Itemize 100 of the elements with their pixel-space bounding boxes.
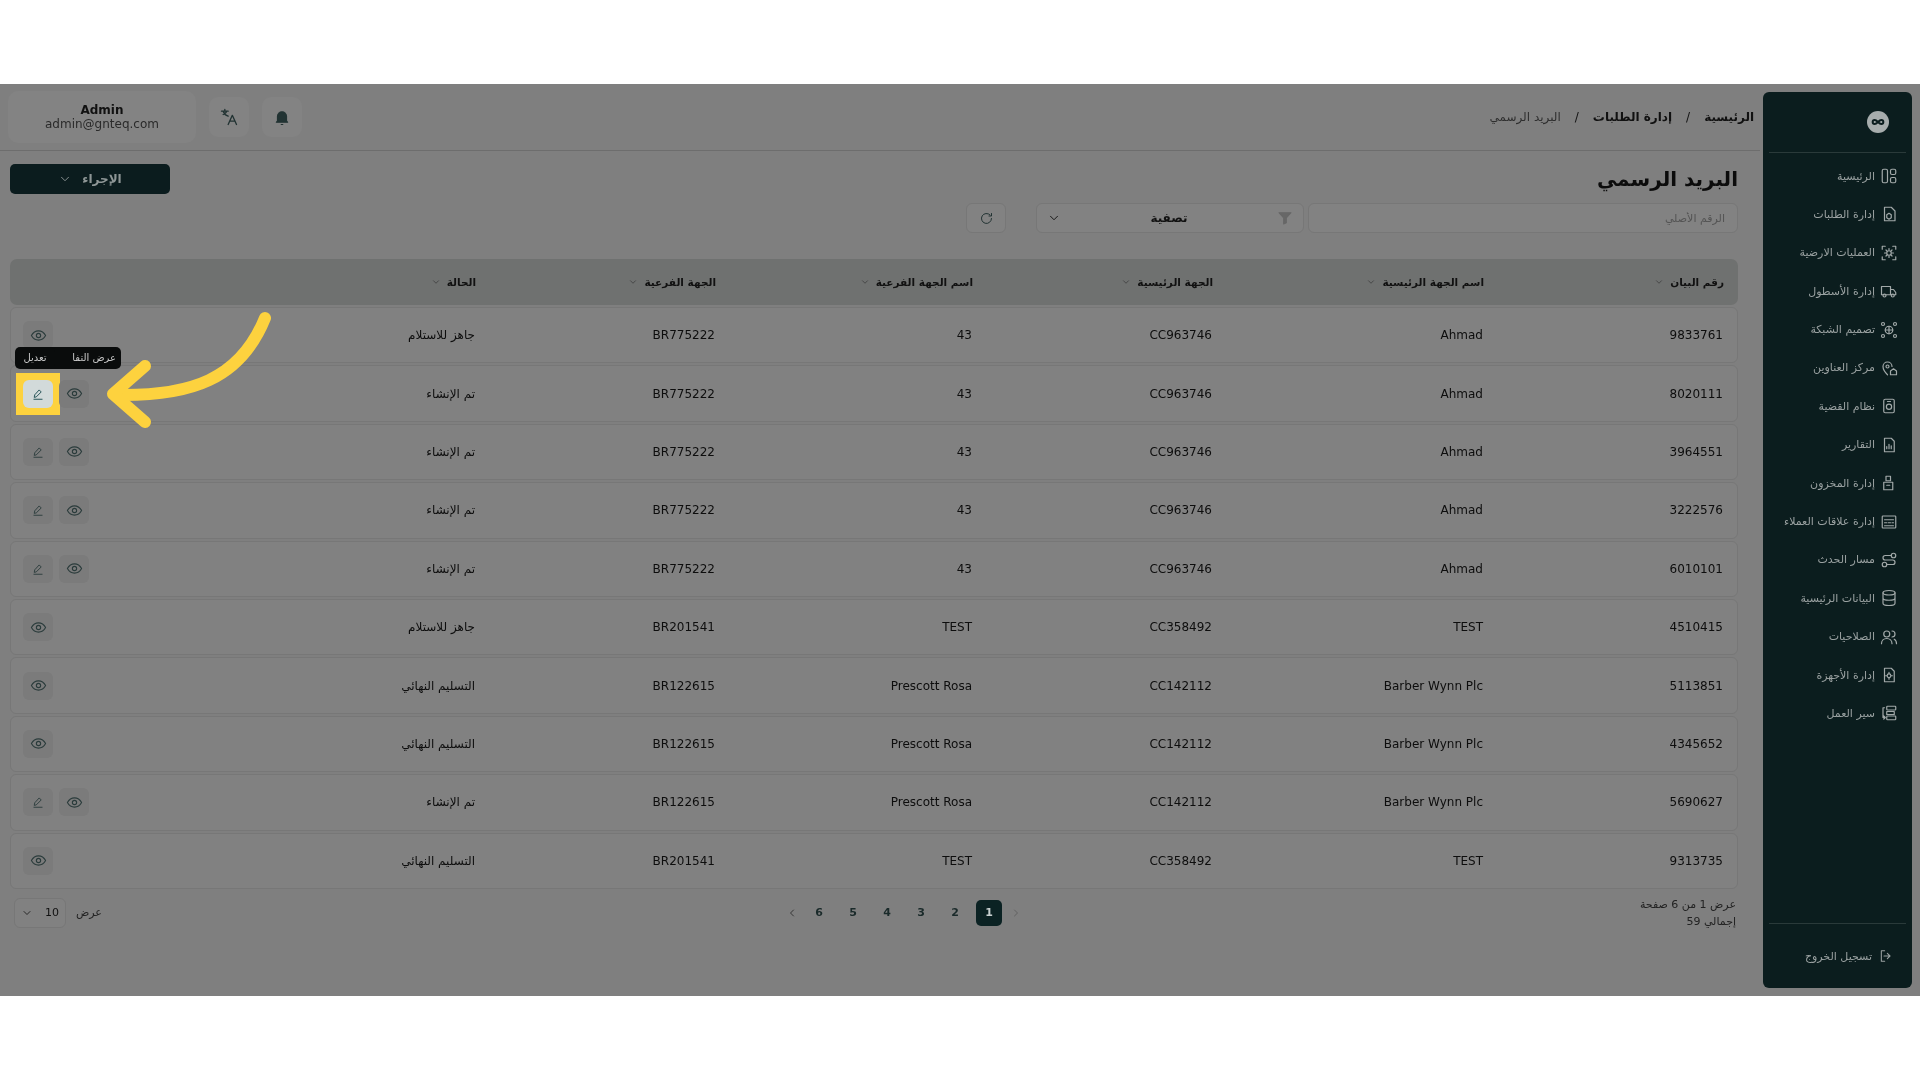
sidebar-item[interactable]: إدارة الأجهزة	[1816, 668, 1875, 682]
table-cell-text: CC963746	[1148, 503, 1212, 518]
column-header[interactable]: الجهة الرئيسية	[1137, 276, 1213, 288]
breadcrumb-link[interactable]: إدارة الطلبات	[1592, 110, 1673, 124]
sidebar-item[interactable]: الصلاحيات	[1828, 630, 1875, 644]
table-cell-text: التسليم النهائي	[400, 736, 475, 751]
page-button[interactable]: 2	[941, 899, 968, 926]
action-button[interactable]: الإجراء	[10, 164, 170, 194]
table-cell-text: BR122615	[651, 795, 715, 810]
page-button[interactable]: 5	[839, 899, 866, 926]
location-pin-icon	[1880, 358, 1898, 377]
sidebar-item[interactable]: إدارة الطلبات	[1813, 207, 1875, 221]
table-cell-text: Ahmad	[1439, 503, 1483, 518]
view-button[interactable]	[59, 788, 89, 817]
column-header[interactable]: الجهة الفرعية	[644, 276, 716, 288]
page-info: عرض 1 من 6 صفحة	[1638, 897, 1736, 911]
edit-button[interactable]	[23, 496, 53, 525]
edit-button[interactable]	[23, 379, 53, 408]
refresh-button[interactable]	[966, 203, 1006, 233]
table-cell-text: TEST	[941, 853, 972, 868]
page-button[interactable]: 4	[873, 899, 900, 926]
page-button[interactable]: 6	[805, 899, 832, 926]
table-cell-text: 6010101	[1668, 561, 1723, 576]
logo-icon[interactable]	[1867, 111, 1889, 133]
column-header[interactable]: اسم الجهة الرئيسية	[1382, 276, 1484, 288]
page-button[interactable]: 3	[907, 899, 934, 926]
table-cell-text: BR775222	[651, 444, 715, 459]
total-count: إجمالي 59	[1685, 914, 1736, 928]
column-header[interactable]: اسم الجهة الفرعية	[875, 276, 973, 288]
edit-button[interactable]	[23, 788, 53, 817]
sidebar-item[interactable]: سير العمل	[1826, 706, 1875, 720]
table-cell-text: BR122615	[651, 678, 715, 693]
view-button[interactable]	[23, 846, 53, 875]
notifications-button[interactable]	[262, 97, 302, 137]
table-cell-text: CC142112	[1148, 678, 1212, 693]
table-cell-text: BR775222	[651, 328, 715, 343]
bell-icon	[273, 108, 291, 126]
sidebar-item[interactable]: مركز العناوين	[1813, 361, 1875, 375]
route-icon	[1880, 550, 1898, 569]
table-cell-text: تم الإنشاء	[425, 795, 475, 810]
column-header[interactable]: رقم البيان	[1670, 276, 1724, 288]
view-button[interactable]	[59, 379, 89, 408]
edit-button[interactable]	[23, 554, 53, 583]
sidebar-item[interactable]: تصميم الشبكة	[1810, 323, 1875, 337]
edit-button[interactable]	[23, 437, 53, 466]
users-icon	[1880, 627, 1898, 646]
table-cell-text: CC963746	[1148, 444, 1212, 459]
view-button[interactable]	[59, 554, 89, 583]
filter-dropdown[interactable]: تصفية	[1036, 203, 1304, 233]
page-button[interactable]: 1	[975, 899, 1002, 926]
pencil-icon	[31, 503, 45, 518]
workflow-icon	[1880, 704, 1898, 723]
page-size-select[interactable]: 10	[14, 897, 66, 928]
translate-icon	[219, 107, 239, 127]
chevron-down-icon	[628, 277, 639, 287]
column-header[interactable]: الحالة	[446, 276, 476, 288]
table-cell-text: BR201541	[651, 620, 715, 635]
chevron-down-icon	[430, 277, 441, 287]
breadcrumb-current: البريد الرسمي	[1489, 110, 1561, 124]
view-button[interactable]	[23, 321, 53, 350]
card-icon	[1880, 512, 1898, 531]
sidebar-item[interactable]: العمليات الارضية	[1799, 246, 1875, 260]
sidebar-item[interactable]: إدارة المخزون	[1810, 476, 1875, 490]
table-cell-text: جاهز للاستلام	[407, 620, 475, 635]
table-cell-text: 43	[955, 328, 972, 343]
logout-link[interactable]: تسجيل الخروج	[1804, 949, 1872, 963]
sidebar-item[interactable]: التقارير	[1841, 438, 1875, 452]
sidebar-item[interactable]: إدارة علاقات العملاء	[1784, 515, 1875, 528]
table-cell-text: 5690627	[1668, 795, 1723, 810]
view-button[interactable]	[23, 729, 53, 758]
table-cell-text: تم الإنشاء	[425, 386, 475, 401]
sidebar-item[interactable]: نظام القضية	[1818, 399, 1875, 413]
table-cell-text: CC963746	[1148, 561, 1212, 576]
table-cell-text: 4510415	[1668, 620, 1723, 635]
table-cell-text: Barber Wynn Plc	[1382, 736, 1483, 751]
view-button[interactable]	[23, 613, 53, 642]
table-cell-text: تم الإنشاء	[425, 561, 475, 576]
sidebar-item[interactable]: البيانات الرئيسية	[1800, 591, 1875, 605]
chevron-down-icon	[1121, 277, 1132, 287]
user-card[interactable]: Admin admin@gnteq.com	[8, 91, 196, 143]
chevron-down-icon	[1654, 277, 1665, 287]
table-cell-text: 43	[955, 386, 972, 401]
breadcrumb-link[interactable]: الرئيسية	[1704, 110, 1754, 124]
funnel-icon	[1277, 210, 1293, 226]
translate-button[interactable]	[209, 97, 249, 137]
view-button[interactable]	[23, 671, 53, 700]
database-icon	[1880, 589, 1898, 608]
view-button[interactable]	[59, 496, 89, 525]
table-cell-text: TEST	[1452, 853, 1483, 868]
view-button[interactable]	[59, 437, 89, 466]
sidebar-item[interactable]: الرئيسية	[1837, 169, 1875, 183]
table-cell-text: 3964551	[1668, 444, 1723, 459]
sidebar-item[interactable]: مسار الحدث	[1817, 553, 1875, 567]
table-cell-text: BR775222	[651, 503, 715, 518]
table-cell-text: BR122615	[651, 736, 715, 751]
table-cell-text: جاهز للاستلام	[407, 328, 475, 343]
table-cell-text: تم الإنشاء	[425, 444, 475, 459]
document-icon	[1880, 397, 1898, 416]
table-cell-text: Ahmad	[1439, 561, 1483, 576]
sidebar-item[interactable]: إدارة الأسطول	[1808, 284, 1875, 298]
